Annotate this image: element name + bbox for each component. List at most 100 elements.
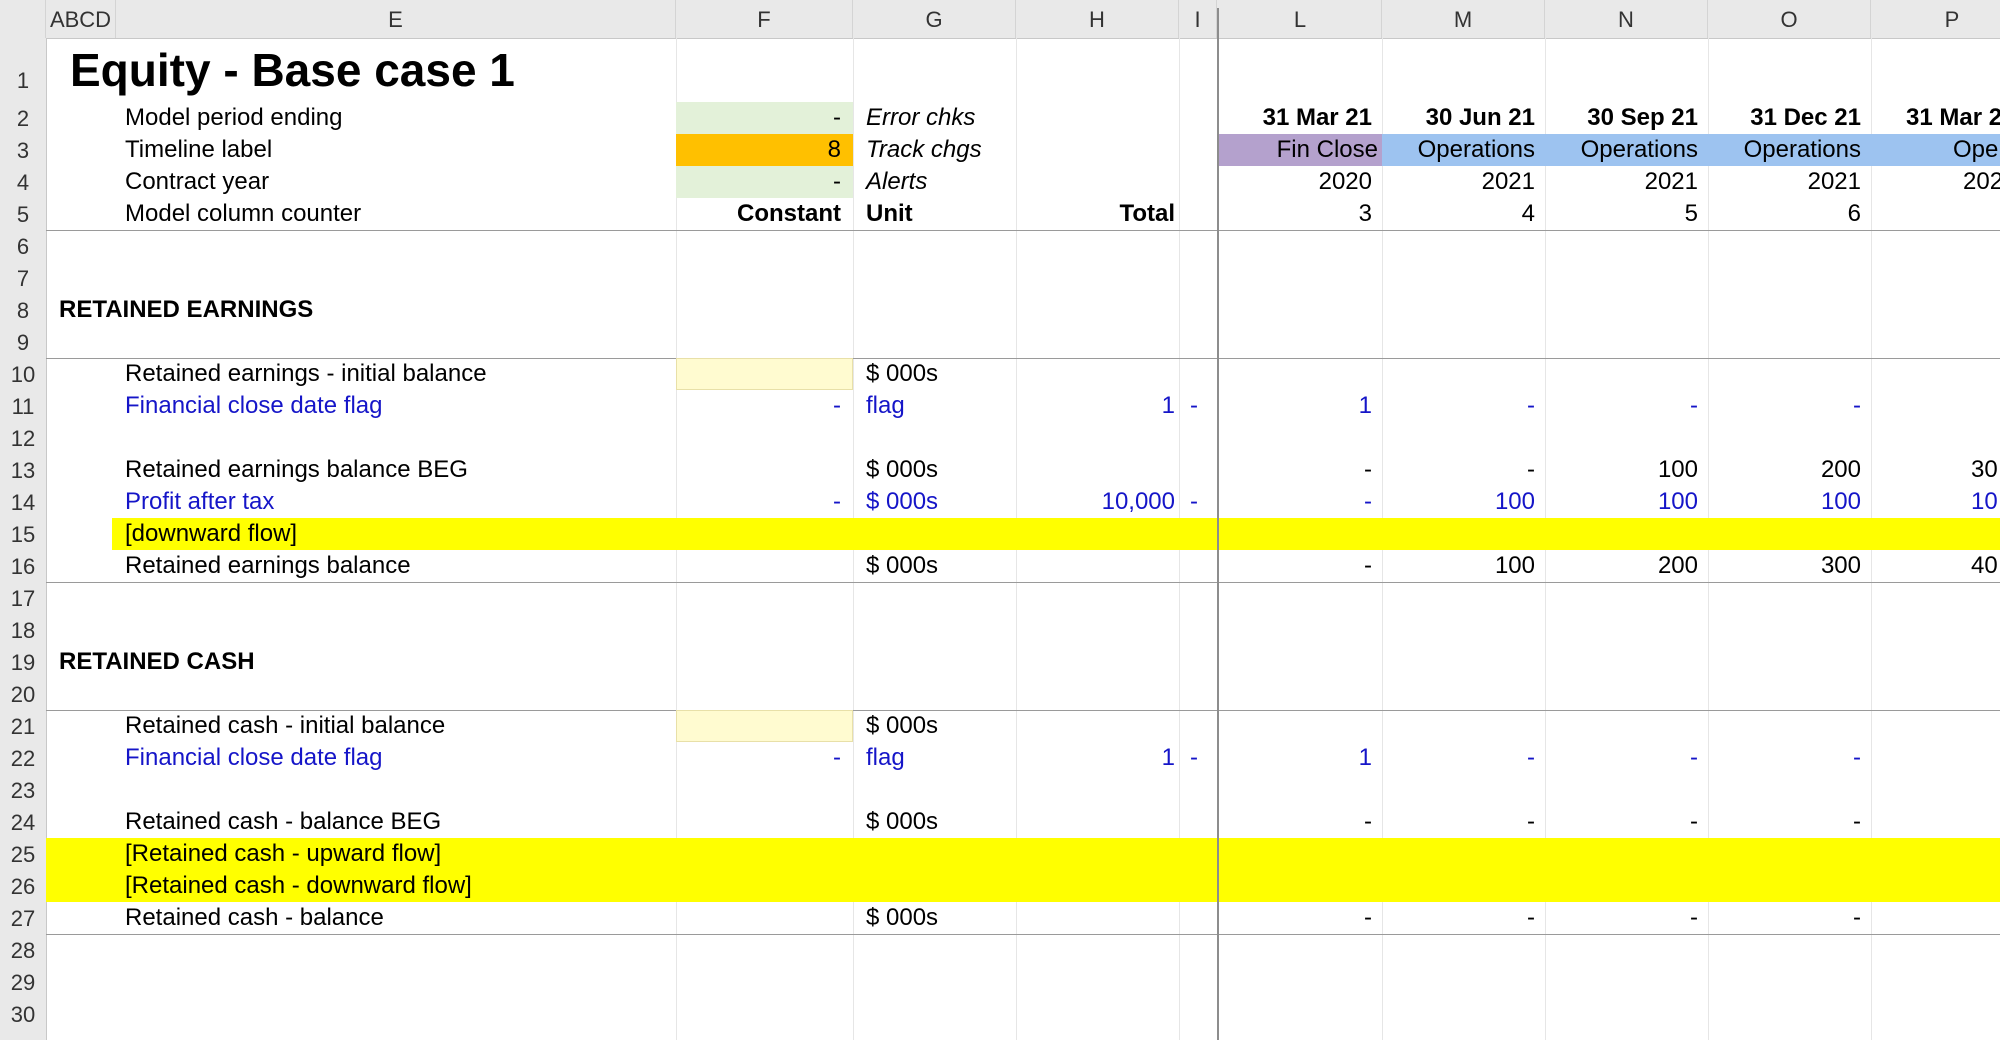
value-cell[interactable]: 100: [1545, 486, 1708, 518]
value-cell[interactable]: -: [1219, 550, 1382, 582]
row-number[interactable]: 14: [0, 486, 46, 518]
value-cell[interactable]: 100: [1382, 550, 1545, 582]
date-col-m[interactable]: 30 Jun 21: [1382, 102, 1545, 134]
row-number[interactable]: 23: [0, 774, 46, 806]
input-rc-initial-balance[interactable]: [676, 710, 853, 742]
label-alerts[interactable]: Alerts: [866, 166, 927, 198]
row-number[interactable]: 21: [0, 710, 46, 742]
unit-rc-balance-beg[interactable]: $ 000s: [866, 806, 938, 838]
total-re-flag[interactable]: 1: [1016, 390, 1179, 422]
i-rc-flag[interactable]: -: [1190, 742, 1198, 774]
row-number[interactable]: 11: [0, 390, 46, 422]
spreadsheet-grid[interactable]: ABCD E F G H I L M N O P 1 2 3 4 5 6 7 8 9 10 11 12…: [0, 0, 2000, 1040]
value-cell[interactable]: -: [1545, 390, 1708, 422]
value-cell[interactable]: -: [1708, 902, 1871, 934]
value-cell[interactable]: 300: [1708, 550, 1871, 582]
row-number[interactable]: 18: [0, 614, 46, 646]
input-contract-year[interactable]: -: [676, 166, 853, 198]
year-col-o[interactable]: 2021: [1708, 166, 1871, 198]
unit-rc-flag[interactable]: flag: [866, 742, 905, 774]
unit-rc-initial-balance[interactable]: $ 000s: [866, 710, 938, 742]
row-number[interactable]: 6: [0, 230, 46, 262]
row-number[interactable]: 10: [0, 358, 46, 390]
phase-col-m[interactable]: Operations: [1382, 134, 1545, 166]
const-rc-flag[interactable]: -: [676, 742, 853, 774]
column-header-h[interactable]: H: [1016, 0, 1179, 38]
counter-col-m[interactable]: 4: [1382, 198, 1545, 230]
row-number[interactable]: 1: [0, 38, 46, 102]
row-number[interactable]: 25: [0, 838, 46, 870]
value-cell[interactable]: 10: [1971, 486, 1998, 518]
section-heading-retained-cash[interactable]: RETAINED CASH: [59, 646, 255, 678]
column-header-f[interactable]: F: [676, 0, 853, 38]
select-all-corner[interactable]: [0, 0, 46, 38]
total-profit-after-tax[interactable]: 10,000: [1016, 486, 1179, 518]
label-rc-initial-balance[interactable]: Retained cash - initial balance: [125, 710, 445, 742]
header-total[interactable]: Total: [1016, 198, 1179, 230]
column-header-l[interactable]: L: [1219, 0, 1382, 38]
unit-rc-balance[interactable]: $ 000s: [866, 902, 938, 934]
row-number[interactable]: 5: [0, 198, 46, 230]
value-cell[interactable]: -: [1382, 902, 1545, 934]
row-number[interactable]: 19: [0, 646, 46, 678]
value-cell[interactable]: -: [1219, 486, 1382, 518]
value-cell[interactable]: -: [1219, 806, 1382, 838]
value-cell[interactable]: -: [1708, 742, 1871, 774]
value-cell[interactable]: -: [1545, 742, 1708, 774]
row-number[interactable]: 27: [0, 902, 46, 934]
value-cell[interactable]: -: [1219, 902, 1382, 934]
row-number[interactable]: 22: [0, 742, 46, 774]
year-col-m[interactable]: 2021: [1382, 166, 1545, 198]
value-cell[interactable]: -: [1545, 902, 1708, 934]
phase-col-o[interactable]: Operations: [1708, 134, 1871, 166]
label-track-chgs[interactable]: Track chgs: [866, 134, 982, 166]
column-header-m[interactable]: M: [1382, 0, 1545, 38]
label-rc-balance[interactable]: Retained cash - balance: [125, 902, 384, 934]
input-re-initial-balance[interactable]: [676, 358, 853, 390]
value-cell[interactable]: 30: [1971, 454, 1998, 486]
i-profit-after-tax[interactable]: -: [1190, 486, 1198, 518]
row-number[interactable]: 3: [0, 134, 46, 166]
const-profit-after-tax[interactable]: -: [676, 486, 853, 518]
value-cell[interactable]: -: [1708, 390, 1871, 422]
value-cell[interactable]: 1: [1219, 742, 1382, 774]
year-col-p[interactable]: 202: [1963, 166, 2000, 198]
label-timeline-label[interactable]: Timeline label: [125, 134, 272, 166]
phase-col-n[interactable]: Operations: [1545, 134, 1708, 166]
counter-col-o[interactable]: 6: [1708, 198, 1871, 230]
input-timeline-label[interactable]: 8: [676, 134, 853, 166]
counter-col-l[interactable]: 3: [1219, 198, 1382, 230]
row-number[interactable]: 20: [0, 678, 46, 710]
row-number[interactable]: 12: [0, 422, 46, 454]
value-cell[interactable]: 100: [1382, 486, 1545, 518]
column-header-abcd[interactable]: ABCD: [46, 0, 116, 38]
phase-col-p[interactable]: Operatio: [1871, 134, 2000, 166]
row-number[interactable]: 2: [0, 102, 46, 134]
value-cell[interactable]: 1: [1219, 390, 1382, 422]
row-number[interactable]: 16: [0, 550, 46, 582]
unit-profit-after-tax[interactable]: $ 000s: [866, 486, 938, 518]
date-col-o[interactable]: 31 Dec 21: [1708, 102, 1871, 134]
label-model-column-counter[interactable]: Model column counter: [125, 198, 361, 230]
counter-col-n[interactable]: 5: [1545, 198, 1708, 230]
label-re-balance[interactable]: Retained earnings balance: [125, 550, 411, 582]
phase-col-l[interactable]: Fin Close: [1219, 134, 1382, 166]
label-re-flag[interactable]: Financial close date flag: [125, 390, 382, 422]
header-unit[interactable]: Unit: [866, 198, 913, 230]
value-cell[interactable]: -: [1545, 806, 1708, 838]
unit-re-balance[interactable]: $ 000s: [866, 550, 938, 582]
total-rc-flag[interactable]: 1: [1016, 742, 1179, 774]
value-cell[interactable]: -: [1382, 454, 1545, 486]
value-cell[interactable]: 100: [1708, 486, 1871, 518]
label-model-period-ending[interactable]: Model period ending: [125, 102, 343, 134]
section-heading-retained-earnings[interactable]: RETAINED EARNINGS: [59, 294, 313, 326]
year-col-n[interactable]: 2021: [1545, 166, 1708, 198]
date-col-p[interactable]: 31 Mar 2: [1906, 102, 2000, 134]
value-cell[interactable]: 200: [1708, 454, 1871, 486]
row-number[interactable]: 26: [0, 870, 46, 902]
input-model-period-ending[interactable]: -: [676, 102, 853, 134]
label-rc-upward-flow[interactable]: [Retained cash - upward flow]: [125, 838, 441, 870]
label-rc-downward-flow[interactable]: [Retained cash - downward flow]: [125, 870, 472, 902]
value-cell[interactable]: 200: [1545, 550, 1708, 582]
date-col-n[interactable]: 30 Sep 21: [1545, 102, 1708, 134]
